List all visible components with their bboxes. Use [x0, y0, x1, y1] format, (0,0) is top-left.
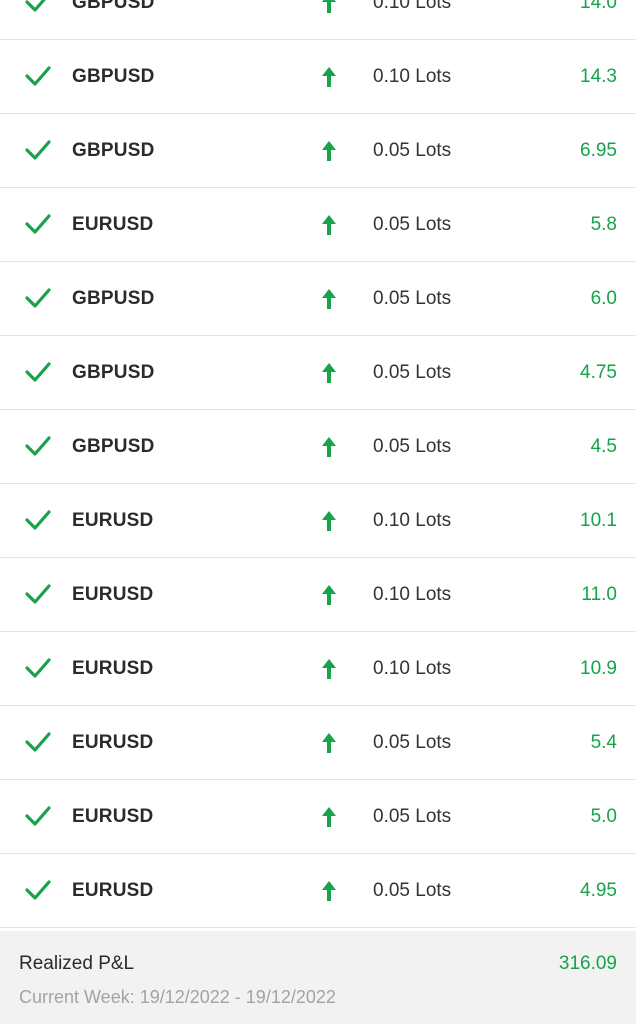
check-icon	[25, 140, 51, 160]
trade-symbol: GBPUSD	[72, 0, 155, 13]
trade-pnl: 4.95	[580, 880, 617, 901]
trade-lots: 0.05 Lots	[373, 880, 452, 901]
trade-pnl: 11.0	[581, 584, 617, 605]
trade-symbol: EURUSD	[72, 806, 154, 827]
realized-pnl-value: 316.09	[558, 953, 617, 974]
check-icon	[25, 732, 51, 752]
check-icon	[25, 66, 51, 86]
trade-lots: 0.05 Lots	[373, 436, 452, 457]
trade-symbol: EURUSD	[72, 880, 154, 901]
check-icon	[25, 584, 51, 604]
trade-symbol: EURUSD	[72, 732, 154, 753]
realized-pnl-label: Realized P&L	[19, 953, 135, 974]
closed-trades-list: GBPUSD 0.10 Lots 14.0 GBPUSD 0.10 Lots 1…	[0, 0, 636, 928]
arrow-up-icon	[322, 585, 336, 605]
arrow-up-icon	[322, 363, 336, 383]
arrow-up-icon	[322, 141, 336, 161]
trade-lots: 0.05 Lots	[373, 288, 452, 309]
trade-row[interactable]: EURUSD 0.10 Lots 11.0	[0, 558, 636, 632]
trade-row[interactable]: EURUSD 0.05 Lots 4.95	[0, 854, 636, 928]
trade-pnl: 5.0	[590, 806, 617, 827]
trade-symbol: EURUSD	[72, 510, 154, 531]
trade-symbol: EURUSD	[72, 214, 154, 235]
arrow-up-icon	[322, 215, 336, 235]
check-icon	[25, 806, 51, 826]
trade-row[interactable]: GBPUSD 0.10 Lots 14.3	[0, 40, 636, 114]
arrow-up-icon	[322, 437, 336, 457]
trade-pnl: 4.75	[580, 362, 617, 383]
check-icon	[25, 658, 51, 678]
arrow-up-icon	[322, 0, 336, 13]
arrow-up-icon	[322, 733, 336, 753]
trade-pnl: 10.9	[580, 658, 617, 679]
arrow-up-icon	[322, 511, 336, 531]
arrow-up-icon	[322, 659, 336, 679]
trade-row[interactable]: EURUSD 0.05 Lots 5.0	[0, 780, 636, 854]
trade-symbol: GBPUSD	[72, 288, 155, 309]
trade-lots: 0.10 Lots	[373, 658, 452, 679]
trade-row[interactable]: EURUSD 0.05 Lots 5.8	[0, 188, 636, 262]
trade-pnl: 14.3	[580, 66, 617, 87]
arrow-up-icon	[322, 67, 336, 87]
trade-pnl: 10.1	[580, 510, 617, 531]
realized-pnl-footer: Realized P&L 316.09 Current Week: 19/12/…	[0, 931, 636, 1024]
arrow-up-icon	[322, 807, 336, 827]
trade-lots: 0.05 Lots	[373, 806, 452, 827]
trade-lots: 0.05 Lots	[373, 362, 452, 383]
trade-row[interactable]: GBPUSD 0.05 Lots 6.0	[0, 262, 636, 336]
current-week-range: Current Week: 19/12/2022 - 19/12/2022	[19, 987, 336, 1007]
arrow-up-icon	[322, 289, 336, 309]
trade-symbol: EURUSD	[72, 658, 154, 679]
trade-lots: 0.05 Lots	[373, 214, 452, 235]
trade-row[interactable]: GBPUSD 0.10 Lots 14.0	[0, 0, 636, 40]
trade-symbol: GBPUSD	[72, 362, 155, 383]
trade-pnl: 14.0	[580, 0, 617, 13]
trade-symbol: GBPUSD	[72, 140, 155, 161]
trade-pnl: 5.8	[590, 214, 617, 235]
check-icon	[25, 214, 51, 234]
arrow-up-icon	[322, 881, 336, 901]
trade-pnl: 6.95	[580, 140, 617, 161]
check-icon	[25, 510, 51, 530]
trade-row[interactable]: EURUSD 0.10 Lots 10.9	[0, 632, 636, 706]
trade-lots: 0.10 Lots	[373, 0, 452, 13]
trade-symbol: GBPUSD	[72, 66, 155, 87]
trade-symbol: EURUSD	[72, 584, 154, 605]
trade-lots: 0.10 Lots	[373, 510, 452, 531]
trade-row[interactable]: GBPUSD 0.05 Lots 6.95	[0, 114, 636, 188]
check-icon	[25, 0, 46, 12]
trade-symbol: GBPUSD	[72, 436, 155, 457]
check-icon	[25, 362, 51, 382]
trade-pnl: 4.5	[590, 436, 617, 457]
trade-row[interactable]: EURUSD 0.10 Lots 10.1	[0, 484, 636, 558]
trade-lots: 0.10 Lots	[373, 584, 452, 605]
check-icon	[25, 288, 51, 308]
check-icon	[25, 436, 51, 456]
trade-row[interactable]: GBPUSD 0.05 Lots 4.5	[0, 410, 636, 484]
trade-lots: 0.10 Lots	[373, 66, 452, 87]
trade-pnl: 6.0	[590, 288, 617, 309]
trade-lots: 0.05 Lots	[373, 140, 452, 161]
trade-row[interactable]: GBPUSD 0.05 Lots 4.75	[0, 336, 636, 410]
trade-lots: 0.05 Lots	[373, 732, 452, 753]
trade-row[interactable]: EURUSD 0.05 Lots 5.4	[0, 706, 636, 780]
check-icon	[25, 880, 51, 900]
trade-pnl: 5.4	[590, 732, 617, 753]
